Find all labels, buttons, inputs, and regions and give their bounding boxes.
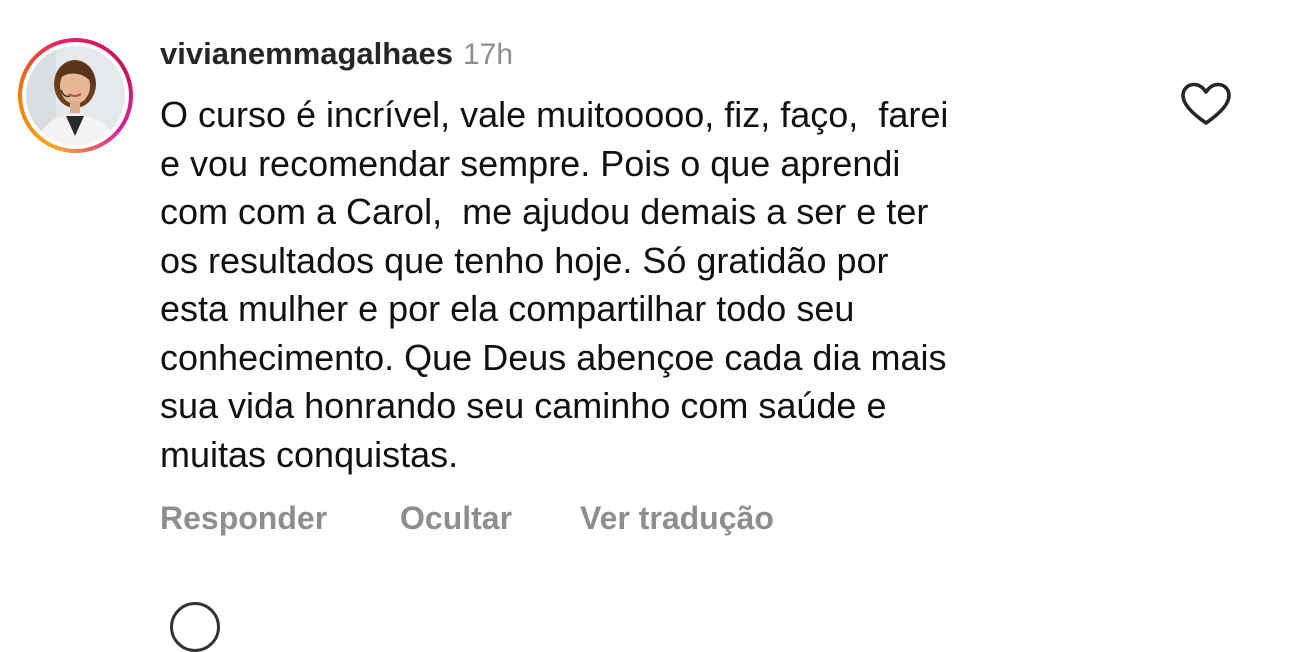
comment-timestamp: 17h <box>462 38 514 71</box>
reply-button[interactable]: Responder <box>160 500 327 537</box>
comment-item: vivianemmagalhaes 17h O curso é incrível… <box>0 0 1290 652</box>
heart-outline-icon[interactable] <box>1180 82 1232 126</box>
avatar-photo <box>26 46 125 145</box>
next-comment-avatar[interactable] <box>170 602 220 652</box>
username-link[interactable]: vivianemmagalhaes <box>160 36 453 72</box>
see-translation-button[interactable]: Ver tradução <box>580 500 774 537</box>
avatar[interactable] <box>18 38 133 153</box>
hide-button[interactable]: Ocultar <box>400 500 512 537</box>
comment-header: vivianemmagalhaes 17h <box>160 36 513 76</box>
comment-text: O curso é incrível, vale muitooooo, fiz,… <box>160 94 949 475</box>
